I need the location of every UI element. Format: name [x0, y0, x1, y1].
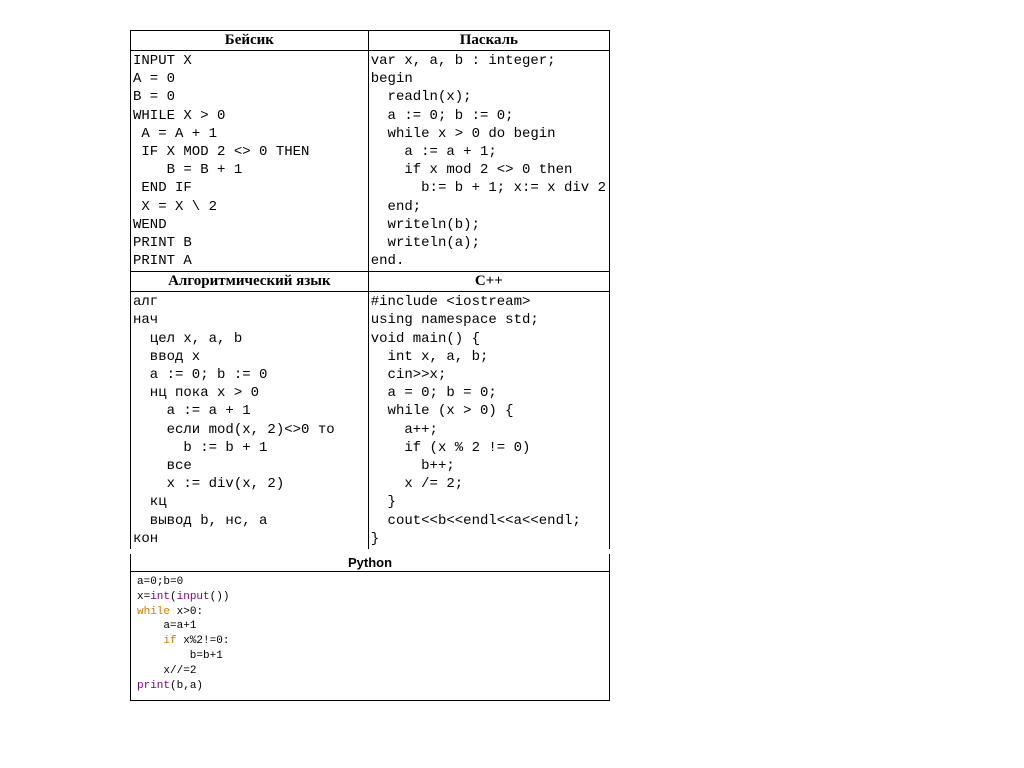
header-algo: Алгоритмический язык [131, 272, 369, 292]
code-python: a=0;b=0x=int(input())while x>0: a=a+1 if… [131, 571, 610, 700]
header-basic: Бейсик [131, 31, 369, 51]
header-pascal: Паскаль [368, 31, 609, 51]
header-cpp: С++ [368, 272, 609, 292]
code-basic: INPUT X A = 0 B = 0 WHILE X > 0 A = A + … [131, 51, 369, 272]
code-cpp: #include <iostream> using namespace std;… [368, 292, 609, 552]
code-pascal: var x, a, b : integer; begin readln(x); … [368, 51, 609, 272]
code-algo: алг нач цел x, a, b ввод x a := 0; b := … [131, 292, 369, 552]
code-comparison-table: Бейсик Паскаль INPUT X A = 0 B = 0 WHILE… [130, 30, 610, 701]
header-python: Python [131, 551, 610, 571]
